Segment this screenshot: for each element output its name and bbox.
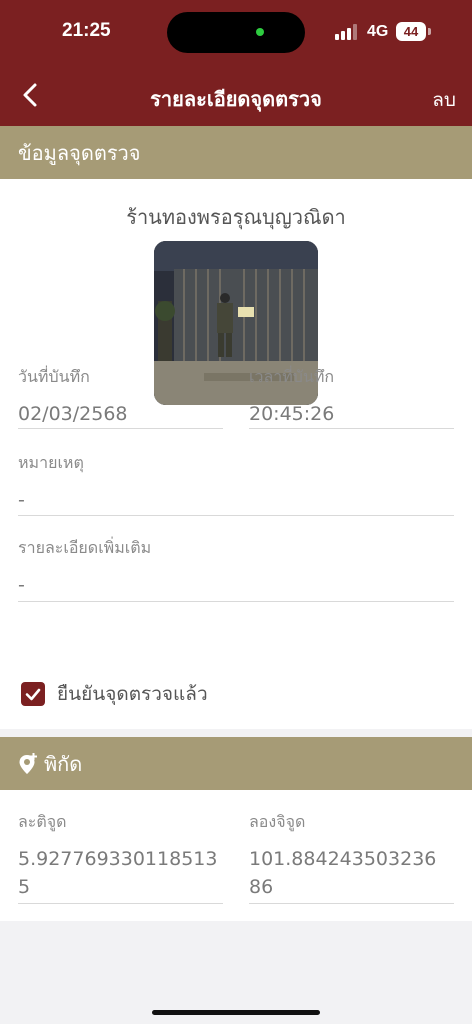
time-field: เวลาที่บันทึก 20:45:26 (249, 365, 454, 429)
shop-name: ร้านทองพรอรุณบุญวณิดา (126, 205, 346, 229)
checkmark-icon (25, 688, 41, 701)
coords-card: ละติจูด 5.927769330118513 5 ลองจิจูด 101… (0, 790, 472, 921)
confirm-checkbox[interactable] (21, 682, 45, 706)
battery-tip (428, 28, 431, 35)
dynamic-island (167, 12, 305, 53)
battery-icon: 44 (396, 22, 426, 41)
longitude-field: ลองจิจูด 101.884243503236 86 (249, 810, 454, 904)
section-title-coords: พิกัด (44, 751, 83, 776)
confirm-label: ยืนยันจุดตรวจแล้ว (57, 683, 208, 705)
confirm-row[interactable]: ยืนยันจุดตรวจแล้ว (21, 679, 208, 709)
signal-icon (335, 24, 359, 40)
time-label: เวลาที่บันทึก (249, 367, 335, 386)
checkpoint-card: ร้านทองพรอรุณบุญวณิดา วันที่บันทึก 02/03… (0, 179, 472, 729)
map-pin-plus-icon (19, 752, 37, 774)
app-header: 21:25 4G 44 รายละเอียดจุดตรวจ ลบ (0, 0, 472, 126)
latitude-value: 5.927769330118513 5 (18, 848, 218, 898)
date-value: 02/03/2568 (18, 403, 128, 425)
note-field: หมายเหตุ - (18, 451, 454, 516)
details-value: - (18, 574, 25, 596)
latitude-label: ละติจูด (18, 812, 67, 831)
home-indicator[interactable] (152, 1010, 320, 1015)
section-header-coords: พิกัด (0, 737, 472, 790)
section-title-info: ข้อมูลจุดตรวจ (18, 140, 141, 165)
details-label: รายละเอียดเพิ่มเติม (18, 538, 152, 557)
latitude-field: ละติจูด 5.927769330118513 5 (18, 810, 223, 904)
status-time: 21:25 (62, 20, 111, 41)
note-value: - (18, 489, 25, 511)
delete-button[interactable]: ลบ (432, 85, 456, 115)
camera-indicator-icon (256, 28, 264, 36)
status-bar: 21:25 4G 44 (0, 0, 472, 64)
details-field: รายละเอียดเพิ่มเติม - (18, 536, 454, 602)
time-value: 20:45:26 (249, 403, 335, 425)
date-field: วันที่บันทึก 02/03/2568 (18, 365, 223, 429)
note-label: หมายเหตุ (18, 453, 84, 472)
section-gap (0, 729, 472, 737)
longitude-label: ลองจิจูด (249, 812, 306, 831)
longitude-value: 101.884243503236 86 (249, 848, 437, 898)
section-header-info: ข้อมูลจุดตรวจ (0, 126, 472, 179)
date-label: วันที่บันทึก (18, 367, 90, 386)
page-title: รายละเอียดจุดตรวจ (150, 87, 322, 111)
nav-bar: รายละเอียดจุดตรวจ ลบ (0, 64, 472, 126)
network-type: 4G (367, 23, 389, 40)
